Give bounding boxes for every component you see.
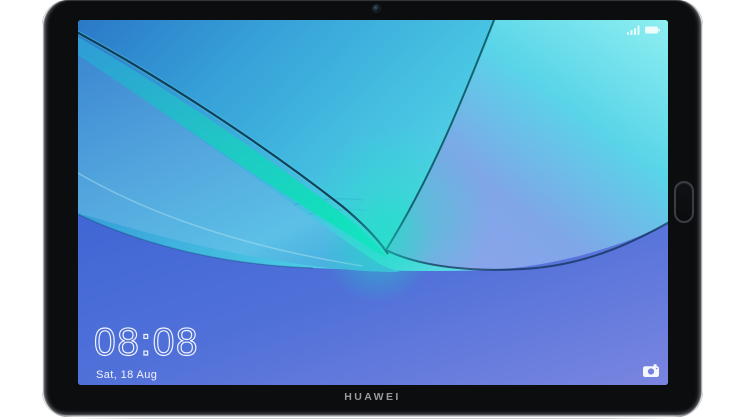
lockscreen-date: Sat, 18 Aug [96,369,157,381]
product-render-stage: 08:08 Sat, 18 Aug HUAWEI [0,0,746,419]
lockscreen-clock: 08:08 [94,323,199,362]
brand-wordmark: HUAWEI [42,391,703,403]
lockscreen[interactable]: 08:08 Sat, 18 Aug [78,20,668,385]
battery-icon [645,26,660,34]
signal-strength-icon [627,25,641,35]
camera-icon[interactable] [642,363,660,378]
front-camera-icon [372,4,381,13]
fingerprint-sensor-button[interactable] [674,181,694,223]
status-bar [627,25,660,35]
tablet-device: 08:08 Sat, 18 Aug HUAWEI [42,0,703,417]
